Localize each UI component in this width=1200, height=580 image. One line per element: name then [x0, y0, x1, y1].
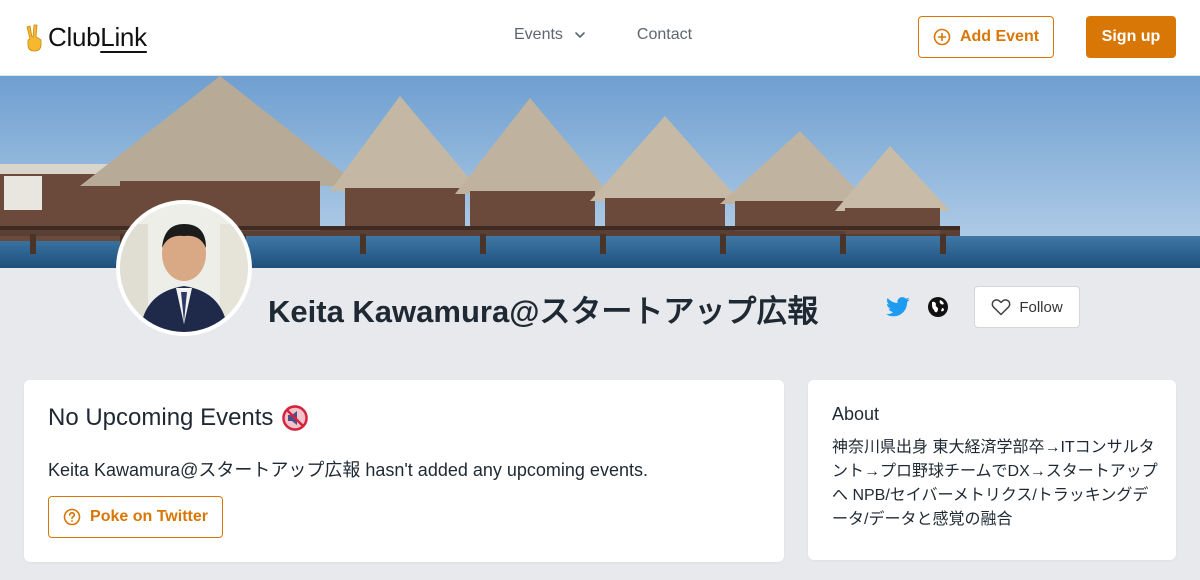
- muted-speaker-icon: [282, 405, 309, 431]
- sign-up-label: Sign up: [1101, 28, 1161, 45]
- profile-name: Keita Kawamura@スタートアップ広報: [268, 294, 819, 329]
- twitter-icon[interactable]: [886, 296, 910, 318]
- poke-on-twitter-button[interactable]: Poke on Twitter: [48, 496, 223, 538]
- nav-contact-label: Contact: [636, 26, 693, 43]
- follow-label: Follow: [1019, 298, 1063, 316]
- events-card-title: No Upcoming Events: [48, 404, 309, 432]
- about-card-title: About: [832, 404, 880, 424]
- clublink-logo[interactable]: ClubLink: [24, 22, 147, 53]
- poke-on-twitter-label: Poke on Twitter: [90, 508, 208, 525]
- heart-icon: [991, 299, 1011, 316]
- nav-contact-link[interactable]: Contact: [637, 26, 692, 44]
- chevron-down-icon: [575, 32, 585, 38]
- events-card-description: Keita Kawamura@スタートアップ広報 hasn't added an…: [48, 460, 648, 480]
- about-card-bio: 神奈川県出身 東大経済学部卒→ITコンサルタント→プロ野球チームでDX→スタート…: [832, 439, 1158, 528]
- nav-events-label: Events: [514, 26, 563, 43]
- upcoming-events-card: No Upcoming Events Keita Kawamura@スタートアッ…: [24, 380, 784, 562]
- profile-avatar: [116, 200, 252, 336]
- profile-photo: [120, 204, 248, 332]
- main-nav: Events Contact: [514, 26, 692, 44]
- about-card: About 神奈川県出身 東大経済学部卒→ITコンサルタント→プロ野球チームでD…: [808, 380, 1176, 560]
- globe-icon[interactable]: [927, 296, 949, 318]
- nav-events-dropdown[interactable]: Events: [514, 26, 587, 44]
- top-header: ClubLink Events Contact Add Event Sign u…: [0, 0, 1200, 76]
- add-event-label: Add Event: [959, 28, 1040, 45]
- logo-text-prefix: Club: [48, 22, 101, 52]
- sign-up-button[interactable]: Sign up: [1086, 16, 1176, 58]
- events-title-text: No Upcoming Events: [48, 404, 274, 431]
- victory-hand-icon: [26, 24, 42, 51]
- follow-button[interactable]: Follow: [974, 286, 1080, 328]
- logo-text: ClubLink: [48, 22, 147, 53]
- logo-text-suffix: Link: [100, 22, 147, 52]
- add-event-button[interactable]: Add Event: [918, 16, 1054, 58]
- plus-circle-icon: [933, 28, 951, 46]
- question-circle-icon: [63, 508, 81, 526]
